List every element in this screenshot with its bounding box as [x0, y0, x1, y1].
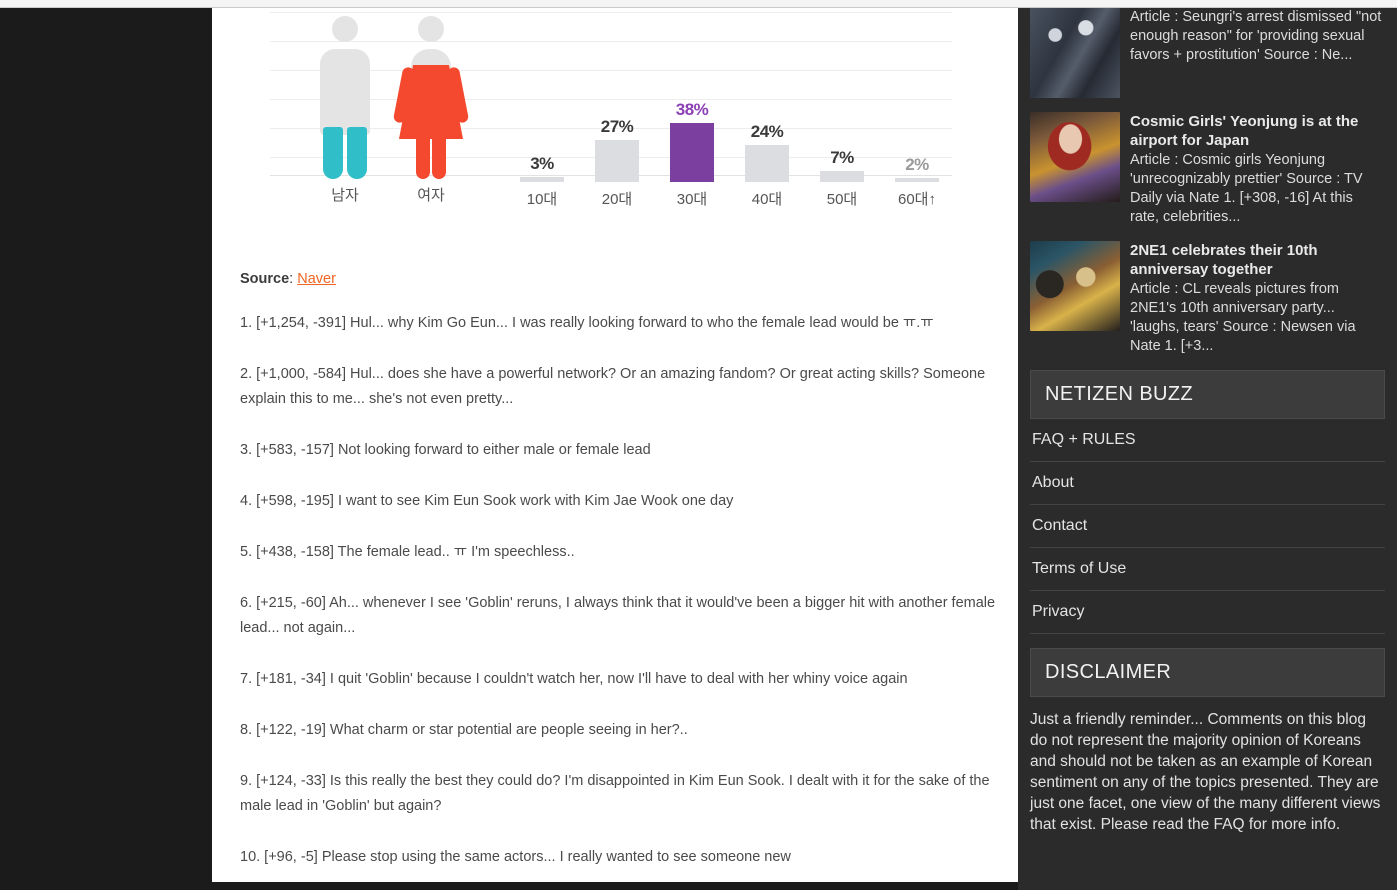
bar-label-20s: 20대 [601, 191, 633, 208]
bar-slot-50s: 7% 50대 [820, 22, 864, 208]
bar-label-10s: 10대 [526, 191, 558, 208]
comment-item: 9. [+124, -33] Is this really the best t… [240, 773, 990, 814]
comment-item: 10. [+96, -5] Please stop using the same… [240, 849, 791, 865]
related-news-list: Article : Seungri's arrest dismissed "no… [1018, 8, 1397, 356]
male-head-icon [332, 16, 358, 42]
male-body-icon [320, 49, 370, 179]
source-link[interactable]: Naver [297, 271, 336, 287]
bar-label-50s: 50대 [826, 191, 858, 208]
bar-slot-20s: 27% 20대 [595, 22, 639, 208]
page-root: 남자 여자 3% 10대 27% 20대 38% 30대 24% 40대 7% … [0, 0, 1397, 890]
comment-item: 2. [+1,000, -584] Hul... does she have a… [240, 366, 986, 407]
female-body-icon [392, 49, 470, 179]
list-item[interactable]: 2NE1 celebrates their 10th anniversay to… [1030, 241, 1385, 356]
bar-label-40s: 40대 [751, 191, 783, 208]
sidebar-item-terms-of-use[interactable]: Terms of Use [1030, 548, 1385, 591]
list-item[interactable]: Cosmic Girls' Yeonjung is at the airport… [1030, 112, 1385, 227]
age-bar-group: 3% 10대 27% 20대 38% 30대 24% 40대 7% 50대 2%… [520, 22, 950, 208]
sidebar-nav-menu: FAQ + RULES About Contact Terms of Use P… [1030, 419, 1385, 634]
bar-slot-40s: 24% 40대 [745, 22, 789, 208]
disclaimer-text: Just a friendly reminder... Comments on … [1030, 711, 1381, 833]
source-line: Source: Naver [240, 271, 1000, 287]
bar-slot-10s: 3% 10대 [520, 22, 564, 208]
netizen-buzz-widget-heading: NETIZEN BUZZ [1030, 370, 1385, 419]
bar-label-60s: 60대↑ [898, 191, 936, 208]
sidebar-item-privacy[interactable]: Privacy [1030, 591, 1385, 634]
disclaimer-widget-heading: DISCLAIMER [1030, 648, 1385, 697]
news-thumbnail-image[interactable] [1030, 112, 1120, 202]
source-label: Source [240, 271, 290, 287]
right-sidebar: Article : Seungri's arrest dismissed "no… [1018, 8, 1397, 890]
male-label: 남자 [331, 187, 359, 204]
bar-slot-30s: 38% 30대 [670, 22, 714, 208]
browser-top-strip [0, 0, 1397, 8]
sidebar-item-about[interactable]: About [1030, 462, 1385, 505]
news-title[interactable]: 2NE1 celebrates their 10th anniversay to… [1130, 241, 1385, 279]
bar-value-60s: 2% [905, 155, 929, 174]
news-title[interactable]: Cosmic Girls' Yeonjung is at the airport… [1130, 112, 1385, 150]
comment-item: 1. [+1,254, -391] Hul... why Kim Go Eun.… [240, 315, 934, 331]
news-snippet: Article : Seungri's arrest dismissed "no… [1130, 9, 1382, 63]
comment-item: 5. [+438, -158] The female lead.. ㅠ I'm … [240, 544, 575, 560]
bar-value-30s: 38% [675, 100, 709, 119]
post-content-column: 남자 여자 3% 10대 27% 20대 38% 30대 24% 40대 7% … [212, 8, 1018, 882]
left-dark-gutter [0, 8, 212, 890]
female-head-icon [418, 16, 444, 42]
bar-value-40s: 24% [750, 122, 784, 141]
news-snippet: Article : Cosmic girls Yeonjung 'unrecog… [1130, 152, 1363, 225]
female-label: 여자 [417, 187, 445, 204]
news-thumbnail-image[interactable] [1030, 8, 1120, 98]
comment-item: 4. [+598, -195] I want to see Kim Eun So… [240, 493, 734, 509]
list-item[interactable]: Article : Seungri's arrest dismissed "no… [1030, 8, 1385, 98]
news-snippet: Article : CL reveals pictures from 2NE1'… [1130, 281, 1356, 354]
comment-item: 8. [+122, -19] What charm or star potent… [240, 722, 688, 738]
comment-item: 6. [+215, -60] Ah... whenever I see 'Gob… [240, 595, 996, 636]
comment-item: 7. [+181, -34] I quit 'Goblin' because I… [240, 671, 908, 687]
bar-value-50s: 7% [830, 148, 854, 167]
bar-label-30s: 30대 [676, 191, 708, 208]
sidebar-item-faq-rules[interactable]: FAQ + RULES [1030, 419, 1385, 462]
survey-chart: 남자 여자 3% 10대 27% 20대 38% 30대 24% 40대 7% … [270, 10, 960, 215]
sidebar-item-contact[interactable]: Contact [1030, 505, 1385, 548]
comment-list: 1. [+1,254, -391] Hul... why Kim Go Eun.… [240, 311, 1000, 870]
comment-item: 3. [+583, -157] Not looking forward to e… [240, 442, 651, 458]
bar-value-10s: 3% [530, 154, 554, 173]
news-thumbnail-image[interactable] [1030, 241, 1120, 331]
bar-slot-60s: 2% 60대↑ [895, 22, 939, 208]
bar-value-20s: 27% [600, 117, 634, 136]
